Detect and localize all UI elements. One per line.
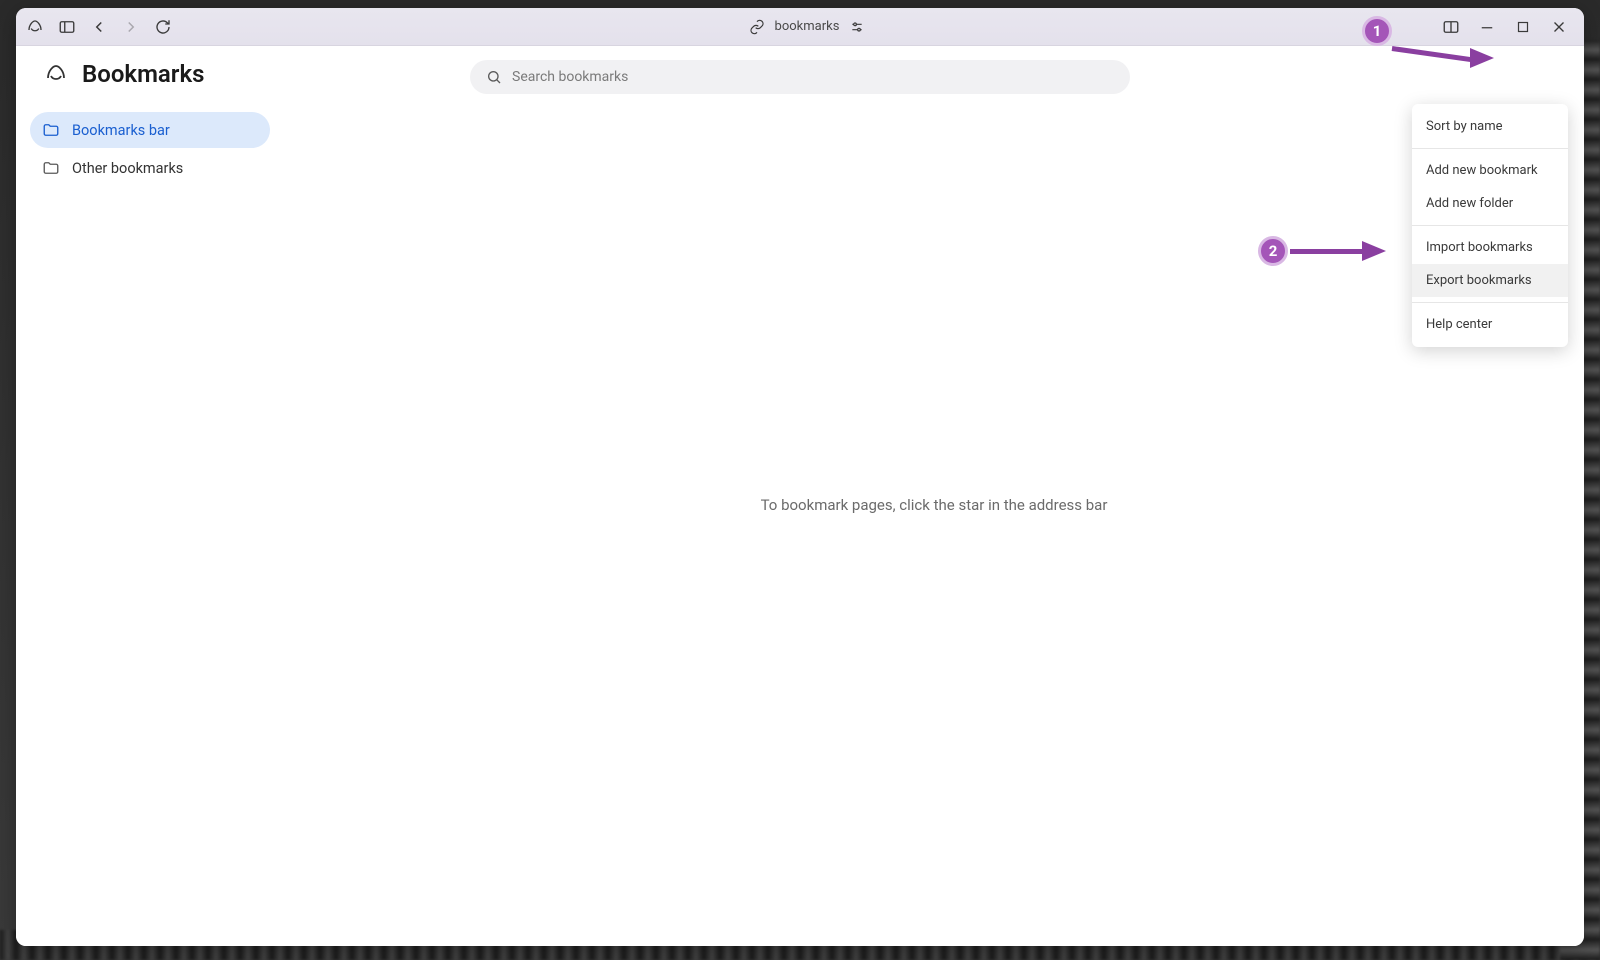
folder-icon bbox=[42, 121, 60, 139]
reload-icon[interactable] bbox=[154, 18, 172, 36]
link-icon bbox=[749, 19, 765, 35]
split-view-icon[interactable] bbox=[1442, 18, 1460, 36]
address-text: bookmarks bbox=[775, 19, 840, 34]
folder-icon bbox=[42, 159, 60, 177]
back-icon[interactable] bbox=[90, 18, 108, 36]
menu-add-bookmark[interactable]: Add new bookmark bbox=[1412, 154, 1568, 187]
sidebar-toggle-icon[interactable] bbox=[58, 18, 76, 36]
settings-sliders-icon[interactable] bbox=[849, 19, 865, 35]
folders-sidebar: Bookmarks bar Other bookmarks bbox=[16, 106, 284, 946]
menu-export-bookmarks[interactable]: Export bookmarks bbox=[1412, 264, 1568, 297]
page-title: Bookmarks bbox=[82, 60, 204, 88]
menu-help-center[interactable]: Help center bbox=[1412, 308, 1568, 341]
address-bar[interactable]: bookmarks bbox=[749, 19, 866, 35]
menu-divider bbox=[1412, 148, 1568, 149]
search-input[interactable] bbox=[470, 60, 1130, 94]
sidebar-item-label: Bookmarks bar bbox=[72, 122, 170, 139]
maximize-icon[interactable] bbox=[1514, 18, 1532, 36]
annotation-badge-1: 1 bbox=[1362, 16, 1392, 46]
browser-toolbar: bookmarks bbox=[16, 8, 1584, 46]
menu-divider bbox=[1412, 302, 1568, 303]
bookmarks-page: Bookmarks Bookmarks bar bbox=[16, 46, 1584, 946]
menu-sort-by-name[interactable]: Sort by name bbox=[1412, 110, 1568, 143]
menu-import-bookmarks[interactable]: Import bookmarks bbox=[1412, 231, 1568, 264]
empty-state-text: To bookmark pages, click the star in the… bbox=[761, 496, 1108, 514]
sidebar-item-bookmarks-bar[interactable]: Bookmarks bar bbox=[30, 112, 270, 148]
menu-add-folder[interactable]: Add new folder bbox=[1412, 187, 1568, 220]
browser-window: bookmarks B bbox=[16, 8, 1584, 946]
sidebar-item-label: Other bookmarks bbox=[72, 160, 183, 177]
menu-divider bbox=[1412, 225, 1568, 226]
arc-page-icon bbox=[44, 62, 68, 86]
forward-icon[interactable] bbox=[122, 18, 140, 36]
annotation-badge-2: 2 bbox=[1258, 236, 1288, 266]
close-icon[interactable] bbox=[1550, 18, 1568, 36]
organize-menu: Sort by name Add new bookmark Add new fo… bbox=[1412, 104, 1568, 347]
arc-logo-icon[interactable] bbox=[26, 18, 44, 36]
search-icon bbox=[486, 69, 502, 85]
bookmarks-list-pane: To bookmark pages, click the star in the… bbox=[284, 106, 1584, 946]
minimize-icon[interactable] bbox=[1478, 18, 1496, 36]
sidebar-item-other-bookmarks[interactable]: Other bookmarks bbox=[30, 150, 270, 186]
